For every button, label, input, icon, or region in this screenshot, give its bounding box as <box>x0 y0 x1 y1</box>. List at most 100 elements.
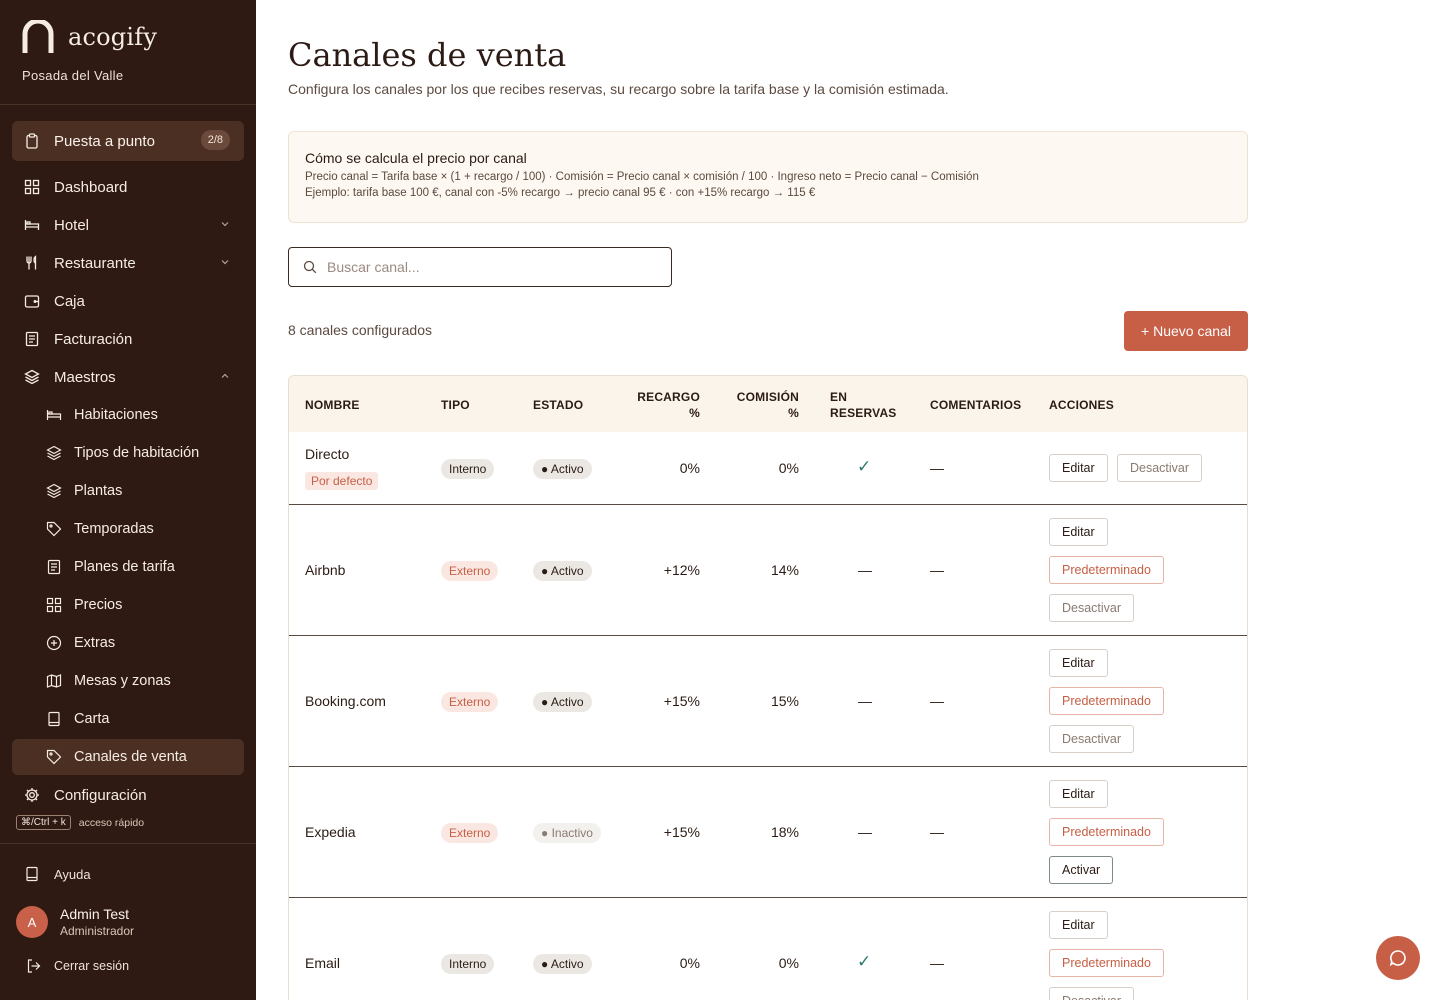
logout-icon <box>27 959 41 973</box>
in-bookings-value: — <box>858 562 872 578</box>
logo-icon <box>22 20 54 53</box>
sidebar-item-hotel[interactable]: Hotel <box>12 207 244 243</box>
table-row: Expedia Externo ● Inactivo +15% 18% — — … <box>289 767 1247 898</box>
sidebar-item-planes-tarifa[interactable]: Planes de tarifa <box>12 549 244 585</box>
search-icon <box>303 260 317 274</box>
comments-value: — <box>930 824 944 840</box>
th-comision: COMISIÓN % <box>719 389 799 421</box>
sidebar-item-mesas-zonas[interactable]: Mesas y zonas <box>12 663 244 699</box>
sidebar-item-label: Canales de venta <box>74 749 187 765</box>
chat-button[interactable] <box>1376 936 1420 980</box>
grid-icon <box>24 179 40 195</box>
th-nombre: NOMBRE <box>305 398 360 412</box>
surcharge-value: 0% <box>679 955 700 971</box>
channel-name: Booking.com <box>305 693 386 709</box>
page-title: Canales de venta <box>288 36 567 74</box>
deactivate-button[interactable]: Desactivar <box>1049 725 1135 753</box>
commission-value: 0% <box>778 460 799 476</box>
clipboard-icon <box>26 133 38 149</box>
grid-icon <box>46 597 62 613</box>
type-badge: Externo <box>441 692 499 712</box>
type-badge: Externo <box>441 823 499 843</box>
user-role: Administrador <box>60 924 135 938</box>
sidebar-item-carta[interactable]: Carta <box>12 701 244 737</box>
layers-icon <box>46 483 62 499</box>
info-heading: Cómo se calcula el precio por canal <box>305 150 527 166</box>
sidebar-item-tipos-habitacion[interactable]: Tipos de habitación <box>12 435 244 471</box>
sidebar-item-precios[interactable]: Precios <box>12 587 244 623</box>
sidebar-item-maestros[interactable]: Maestros <box>12 359 244 395</box>
default-tag: Por defecto <box>305 472 379 490</box>
surcharge-value: 0% <box>679 460 700 476</box>
search-input[interactable] <box>327 259 647 275</box>
sidebar-item-facturacion[interactable]: Facturación <box>12 321 244 357</box>
edit-button[interactable]: Editar <box>1049 518 1108 546</box>
set-default-button[interactable]: Predeterminado <box>1049 949 1164 977</box>
deactivate-button[interactable]: Desactivar <box>1117 454 1203 482</box>
commission-value: 0% <box>778 955 799 971</box>
info-formula: Precio canal = Tarifa base × (1 + recarg… <box>305 171 979 183</box>
logout-button[interactable]: Cerrar sesión <box>26 958 129 974</box>
table-header: NOMBRE TIPO ESTADO RECARGO % COMISIÓN % … <box>289 376 1247 432</box>
sidebar-item-label: Extras <box>74 635 116 651</box>
channel-count: 8 canales configurados <box>288 322 432 338</box>
layers-icon <box>24 369 40 385</box>
hotel-name: Posada del Valle <box>22 68 124 83</box>
help-label: Ayuda <box>54 866 91 882</box>
help-link[interactable]: Ayuda <box>24 866 91 882</box>
tag-icon <box>46 521 62 537</box>
sidebar-item-label: Configuración <box>54 786 147 804</box>
th-comision-line2: % <box>788 406 799 420</box>
surcharge-value: +15% <box>663 693 700 709</box>
status-badge: ● Activo <box>533 954 592 974</box>
in-bookings-value: — <box>858 824 872 840</box>
activate-button[interactable]: Activar <box>1049 856 1114 884</box>
sidebar-item-restaurante[interactable]: Restaurante <box>12 245 244 281</box>
set-default-button[interactable]: Predeterminado <box>1049 556 1164 584</box>
user-name: Admin Test <box>60 906 129 922</box>
edit-button[interactable]: Editar <box>1049 780 1108 808</box>
set-default-button[interactable]: Predeterminado <box>1049 687 1164 715</box>
chevron-down-icon <box>221 222 229 227</box>
th-comentarios: COMENTARIOS <box>930 398 1022 412</box>
sidebar-item-dashboard[interactable]: Dashboard <box>12 169 244 205</box>
avatar: A <box>16 906 48 938</box>
sidebar-item-extras[interactable]: Extras <box>12 625 244 661</box>
edit-button[interactable]: Editar <box>1049 649 1108 677</box>
status-text: Activo <box>550 695 584 709</box>
th-estado: ESTADO <box>533 398 584 412</box>
chevron-down-icon <box>221 260 229 265</box>
sidebar-item-label: Precios <box>74 597 123 613</box>
brand[interactable]: acogify <box>22 20 157 54</box>
edit-button[interactable]: Editar <box>1049 911 1108 939</box>
deactivate-button[interactable]: Desactivar <box>1049 594 1135 622</box>
sidebar-item-plantas[interactable]: Plantas <box>12 473 244 509</box>
sidebar-item-label: Temporadas <box>74 521 154 537</box>
sidebar-item-canales-venta[interactable]: Canales de venta <box>12 739 244 775</box>
gear-icon <box>25 788 39 802</box>
sidebar-item-configuracion[interactable]: Configuración <box>12 777 244 813</box>
status-text: Activo <box>550 564 584 578</box>
plus-circle-icon <box>46 635 62 651</box>
set-default-button[interactable]: Predeterminado <box>1049 818 1164 846</box>
th-tipo: TIPO <box>441 398 470 412</box>
table-row: Email Interno ● Activo 0% 0% ✓ — Editar … <box>289 898 1247 1000</box>
th-recargo: RECARGO % <box>619 389 700 421</box>
th-recargo-line2: % <box>689 406 700 420</box>
user-profile[interactable]: A Admin Test Administrador <box>16 906 134 938</box>
setup-progress-item[interactable]: Puesta a punto 2/8 <box>12 121 244 161</box>
deactivate-button[interactable]: Desactivar <box>1049 987 1135 1000</box>
new-channel-button[interactable]: + Nuevo canal <box>1124 311 1248 351</box>
in-bookings-value: — <box>858 693 872 709</box>
sidebar-item-label: Dashboard <box>54 178 128 196</box>
shortcut-hint: ⌘/Ctrl + k acceso rápido <box>16 815 144 830</box>
utensils-icon <box>26 255 37 270</box>
page-subtitle: Configura los canales por los que recibe… <box>288 81 949 97</box>
edit-button[interactable]: Editar <box>1049 454 1108 482</box>
sidebar-item-caja[interactable]: Caja <box>12 283 244 319</box>
sidebar-item-temporadas[interactable]: Temporadas <box>12 511 244 547</box>
status-badge: ● Inactivo <box>533 823 601 843</box>
search-box[interactable] <box>288 247 672 287</box>
sidebar-item-habitaciones[interactable]: Habitaciones <box>12 397 244 433</box>
surcharge-value: +15% <box>663 824 700 840</box>
